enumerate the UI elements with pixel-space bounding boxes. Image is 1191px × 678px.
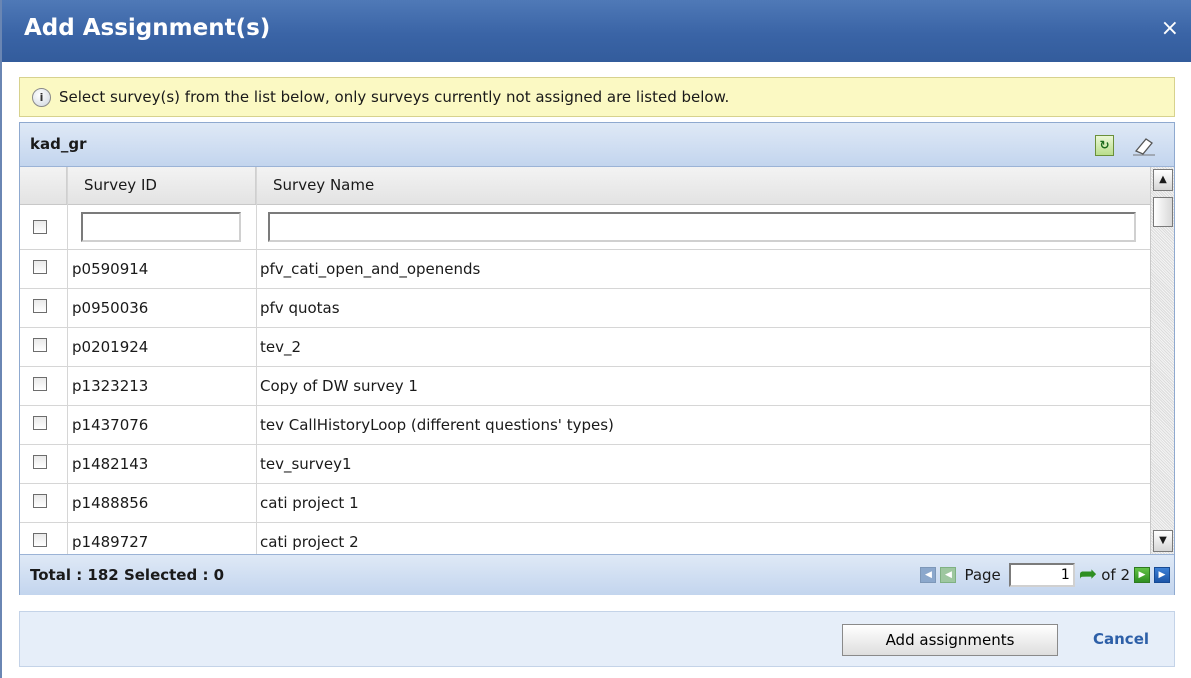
column-survey-id[interactable]: Survey ID: [67, 167, 256, 204]
table-row[interactable]: p0201924 tev_2: [20, 328, 1150, 367]
table-row[interactable]: p1482143 tev_survey1: [20, 445, 1150, 484]
add-assignments-dialog: Add Assignment(s) × i Select survey(s) f…: [0, 0, 1191, 678]
previous-page-icon[interactable]: ◀: [940, 567, 957, 583]
row-checkbox[interactable]: [33, 533, 47, 547]
survey-grid: kad_gr ↻ Survey ID Survey Name p0590914: [19, 122, 1175, 595]
last-page-icon[interactable]: ▶: [1154, 567, 1170, 583]
info-banner: i Select survey(s) from the list below, …: [19, 77, 1175, 117]
survey-name-cell: tev CallHistoryLoop (different questions…: [260, 416, 614, 434]
survey-rows: p0590914 pfv_cati_open_and_openends p095…: [20, 250, 1150, 561]
add-assignments-button[interactable]: Add assignments: [842, 624, 1058, 656]
scroll-up-icon[interactable]: ▲: [1153, 169, 1173, 191]
survey-id-cell: p1323213: [72, 377, 149, 395]
row-checkbox[interactable]: [33, 377, 47, 391]
refresh-icon[interactable]: ↻: [1095, 135, 1114, 156]
scroll-thumb[interactable]: [1153, 197, 1173, 227]
column-header-row: Survey ID Survey Name: [20, 167, 1150, 205]
selection-summary: Total : 182 Selected : 0: [30, 566, 225, 584]
eraser-icon[interactable]: [1130, 133, 1158, 157]
survey-id-cell: p0950036: [72, 299, 149, 317]
grid-header: kad_gr ↻: [20, 123, 1174, 167]
row-checkbox[interactable]: [33, 416, 47, 430]
dialog-actions: Add assignments Cancel: [19, 611, 1175, 667]
survey-name-cell: cati project 1: [260, 494, 359, 512]
survey-id-cell: p0201924: [72, 338, 149, 356]
survey-name-filter-input[interactable]: [268, 212, 1136, 242]
page-count-label: of 2: [1101, 566, 1130, 584]
select-all-checkbox[interactable]: [33, 220, 47, 234]
grid-title: kad_gr: [30, 135, 87, 153]
survey-name-cell: pfv_cati_open_and_openends: [260, 260, 481, 278]
dialog-titlebar: Add Assignment(s) ×: [2, 0, 1191, 62]
survey-id-cell: p1437076: [72, 416, 149, 434]
dialog-title: Add Assignment(s): [24, 15, 271, 41]
row-checkbox[interactable]: [33, 455, 47, 469]
table-row[interactable]: p0950036 pfv quotas: [20, 289, 1150, 328]
info-icon: i: [32, 87, 51, 107]
survey-name-cell: pfv quotas: [260, 299, 340, 317]
survey-name-cell: tev_2: [260, 338, 302, 356]
table-row[interactable]: p1488856 cati project 1: [20, 484, 1150, 523]
table-row[interactable]: p0590914 pfv_cati_open_and_openends: [20, 250, 1150, 289]
select-column-header: [20, 167, 67, 204]
cancel-link[interactable]: Cancel: [1093, 630, 1149, 648]
survey-id-cell: p1488856: [72, 494, 149, 512]
column-divider: [67, 167, 68, 554]
close-icon[interactable]: ×: [1161, 18, 1179, 40]
survey-name-cell: tev_survey1: [260, 455, 352, 473]
filter-row: [20, 205, 1150, 250]
survey-id-filter-input[interactable]: [81, 212, 241, 242]
row-checkbox[interactable]: [33, 299, 47, 313]
go-to-page-icon[interactable]: ➦: [1079, 564, 1097, 586]
row-checkbox[interactable]: [33, 494, 47, 508]
survey-id-cell: p0590914: [72, 260, 149, 278]
table-row[interactable]: p1437076 tev CallHistoryLoop (different …: [20, 406, 1150, 445]
row-checkbox[interactable]: [33, 260, 47, 274]
column-divider: [256, 167, 257, 554]
page-label: Page: [964, 566, 1001, 584]
row-checkbox[interactable]: [33, 338, 47, 352]
grid-footer: Total : 182 Selected : 0 ◀ ◀ Page ➦ of 2…: [20, 554, 1174, 595]
next-page-icon[interactable]: ▶: [1134, 567, 1150, 583]
scroll-down-icon[interactable]: ▼: [1153, 530, 1173, 552]
first-page-icon[interactable]: ◀: [920, 567, 937, 583]
table-row[interactable]: p1323213 Copy of DW survey 1: [20, 367, 1150, 406]
column-survey-name[interactable]: Survey Name: [256, 167, 1150, 204]
info-message: Select survey(s) from the list below, on…: [59, 88, 730, 106]
pager: ◀ ◀ Page ➦ of 2 ▶ ▶: [920, 561, 1170, 589]
survey-name-cell: Copy of DW survey 1: [260, 377, 418, 395]
survey-id-cell: p1482143: [72, 455, 149, 473]
vertical-scrollbar[interactable]: ▲ ▼: [1150, 167, 1174, 554]
page-number-input[interactable]: [1008, 563, 1075, 587]
